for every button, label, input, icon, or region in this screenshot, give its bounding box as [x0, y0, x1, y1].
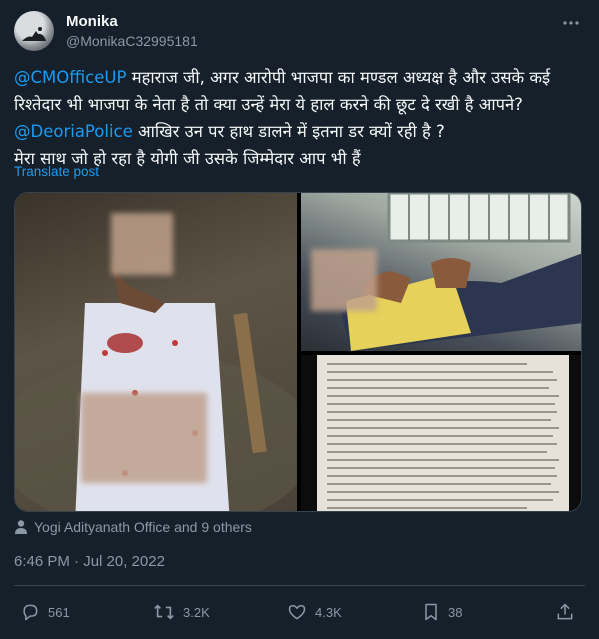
- reply-button[interactable]: 561: [20, 600, 70, 624]
- bookmark-button[interactable]: 38: [422, 600, 462, 624]
- repost-button[interactable]: 3.2K: [153, 600, 210, 624]
- repost-icon: [154, 604, 174, 620]
- mention-cmofficeup[interactable]: @CMOfficeUP: [14, 68, 126, 87]
- reply-icon: [23, 604, 38, 621]
- mention-deoriapolice[interactable]: @DeoriaPolice: [14, 122, 133, 141]
- share-button[interactable]: [555, 600, 575, 624]
- tagged-users-label: Yogi Adityanath Office and 9 others: [34, 519, 252, 535]
- person-icon: [15, 520, 27, 534]
- media-image-3[interactable]: [301, 355, 581, 511]
- like-count: 4.3K: [315, 604, 342, 620]
- media-image-1[interactable]: [15, 193, 297, 511]
- bookmark-count: 38: [448, 604, 463, 620]
- handwritten-letter: [317, 355, 569, 511]
- author-name[interactable]: Monika: [66, 13, 118, 30]
- bookmark-icon: [425, 603, 437, 621]
- tagged-users[interactable]: Yogi Adityanath Office and 9 others: [14, 517, 252, 537]
- blurred-region: [81, 393, 207, 483]
- repost-count: 3.2K: [183, 604, 210, 620]
- tweet-text-part-2: आखिर उन पर हाथ डालने में इतना डर क्यों र…: [132, 122, 445, 141]
- divider: [14, 585, 585, 586]
- author-handle[interactable]: @MonikaC32995181: [66, 33, 198, 49]
- tweet-header: Monika @MonikaC32995181: [14, 11, 585, 53]
- tweet-text: @CMOfficeUP महाराज जी, अगर आरोपी भाजपा क…: [14, 64, 586, 172]
- heart-icon: [288, 605, 306, 620]
- like-button[interactable]: 4.3K: [287, 600, 342, 624]
- blurred-face: [111, 213, 173, 275]
- translate-post-link[interactable]: Translate post: [14, 164, 99, 179]
- more-options-icon[interactable]: [561, 13, 581, 33]
- post-timestamp[interactable]: 6:46 PM · Jul 20, 2022: [14, 553, 165, 570]
- share-icon: [557, 603, 573, 620]
- avatar[interactable]: [14, 11, 54, 51]
- media-grid: [14, 192, 582, 512]
- reply-count: 561: [48, 604, 70, 620]
- action-bar: 561 3.2K 4.3K 38: [14, 600, 585, 624]
- blurred-face: [311, 249, 377, 311]
- media-image-2[interactable]: [301, 193, 581, 351]
